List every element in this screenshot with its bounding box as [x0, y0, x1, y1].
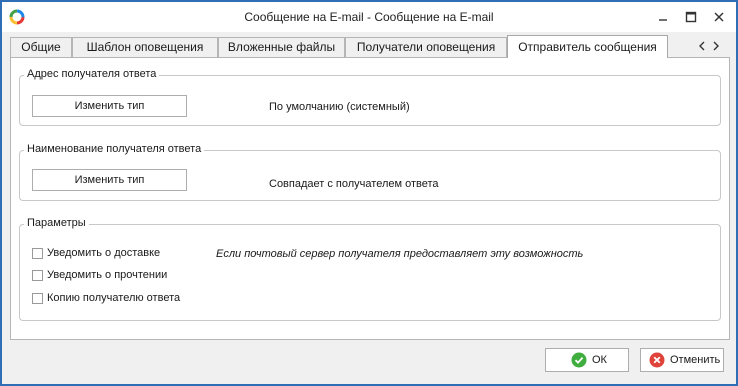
group-parameters: Параметры Уведомить о доставке Уведомить…: [19, 217, 721, 321]
notify-read-checkbox-row[interactable]: Уведомить о прочтении: [32, 269, 167, 283]
check-circle-icon: [571, 352, 587, 368]
reply-address-value: По умолчанию (системный): [269, 101, 410, 113]
group-reply-address-caption: Адрес получателя ответа: [24, 68, 160, 80]
dialog-window: Сообщение на E-mail - Сообщение на E-mai…: [0, 0, 738, 386]
tab-message-sender[interactable]: Отправитель сообщения: [507, 35, 668, 58]
copy-to-reply-recipient-label: Копию получателю ответа: [47, 292, 181, 305]
maximize-button[interactable]: [682, 8, 700, 26]
tab-attached-files[interactable]: Вложенные файлы: [218, 37, 345, 57]
notify-delivery-checkbox[interactable]: [32, 247, 43, 259]
copy-to-reply-recipient-checkbox-row[interactable]: Копию получателю ответа: [32, 292, 180, 306]
minimize-button[interactable]: [654, 8, 672, 26]
tab-strip: Общие Шаблон оповещения Вложенные файлы …: [6, 35, 732, 58]
ok-button[interactable]: ОК: [545, 348, 629, 372]
reply-address-change-type-button[interactable]: Изменить тип: [32, 95, 187, 117]
tab-scroll-left-icon[interactable]: [696, 39, 708, 53]
title-bar: Сообщение на E-mail - Сообщение на E-mai…: [2, 2, 736, 32]
group-reply-name-caption: Наименование получателя ответа: [24, 143, 205, 155]
close-button[interactable]: [710, 8, 728, 26]
ok-button-label: ОК: [592, 354, 607, 366]
tab-panel: Адрес получателя ответа Изменить тип По …: [10, 57, 730, 340]
cancel-button[interactable]: Отменить: [640, 348, 724, 372]
maximize-icon: [682, 11, 700, 23]
copy-to-reply-recipient-checkbox[interactable]: [32, 292, 43, 304]
tab-scroll-right-icon[interactable]: [710, 39, 722, 53]
reply-name-change-type-button[interactable]: Изменить тип: [32, 169, 187, 191]
window-title: Сообщение на E-mail - Сообщение на E-mai…: [244, 10, 494, 24]
reply-name-value: Совпадает с получателем ответа: [269, 178, 439, 190]
notify-read-checkbox[interactable]: [32, 269, 43, 281]
notify-delivery-label: Уведомить о доставке: [47, 247, 161, 260]
cancel-circle-icon: [649, 352, 665, 368]
tab-general[interactable]: Общие: [10, 37, 72, 57]
tab-notification-template[interactable]: Шаблон оповещения: [72, 37, 218, 57]
notify-delivery-checkbox-row[interactable]: Уведомить о доставке: [32, 247, 160, 261]
group-reply-address: Адрес получателя ответа Изменить тип По …: [19, 68, 721, 126]
group-parameters-caption: Параметры: [24, 217, 89, 229]
notify-read-label: Уведомить о прочтении: [47, 269, 168, 282]
minimize-icon: [654, 11, 672, 23]
close-icon: [710, 11, 728, 23]
params-note: Если почтовый сервер получателя предоста…: [216, 248, 584, 260]
cancel-button-label: Отменить: [670, 354, 721, 366]
group-reply-name: Наименование получателя ответа Изменить …: [19, 143, 721, 201]
tab-notification-recipients[interactable]: Получатели оповещения: [345, 37, 507, 57]
